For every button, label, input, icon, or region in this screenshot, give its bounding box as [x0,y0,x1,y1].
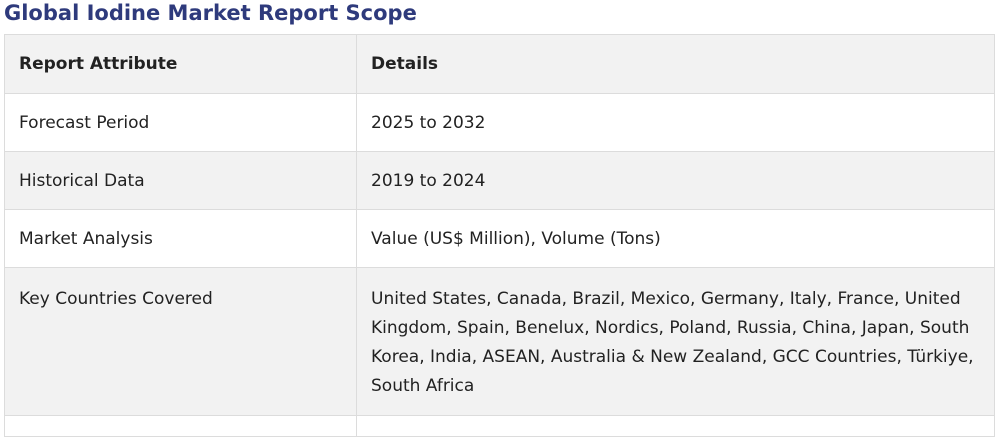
row-attribute-cell: Forecast Period [4,93,357,152]
report-scope-table: Report Attribute Details Forecast Period… [4,34,995,437]
column-header-attribute: Report Attribute [4,34,357,94]
row-details-cell: United States, Canada, Brazil, Mexico, G… [356,267,995,416]
row-details-cell [356,415,995,437]
row-details-cell: 2019 to 2024 [356,151,995,210]
table-row: Market Analysis Value (US$ Million), Vol… [4,209,995,268]
table-row: Historical Data 2019 to 2024 [4,151,995,210]
table-header-row: Report Attribute Details [4,34,995,94]
row-details-cell: 2025 to 2032 [356,93,995,152]
table-row: Key Countries Covered United States, Can… [4,267,995,416]
table-row-partial [4,415,995,437]
row-details-cell: Value (US$ Million), Volume (Tons) [356,209,995,268]
page-title: Global Iodine Market Report Scope [4,1,417,25]
row-attribute-cell: Historical Data [4,151,357,210]
row-attribute-cell: Market Analysis [4,209,357,268]
column-header-details: Details [356,34,995,94]
row-attribute-cell: Key Countries Covered [4,267,357,416]
table-row: Forecast Period 2025 to 2032 [4,93,995,152]
row-attribute-cell [4,415,357,437]
